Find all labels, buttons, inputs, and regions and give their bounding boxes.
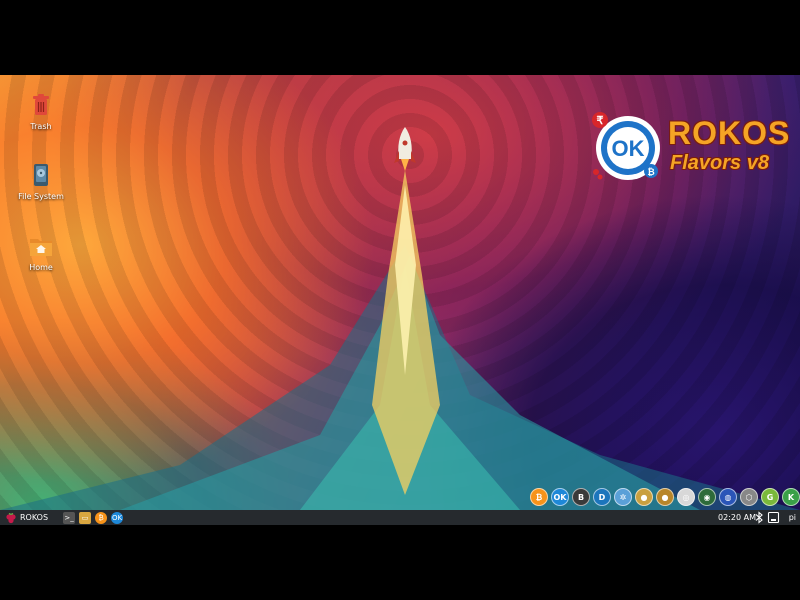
- bluetooth-icon[interactable]: [754, 511, 764, 524]
- desktop-icon-trash[interactable]: Trash: [11, 90, 71, 131]
- display-icon[interactable]: [767, 511, 780, 524]
- logo-badge-text: OK: [611, 136, 645, 161]
- file-manager-launcher-icon[interactable]: ▭: [79, 511, 92, 524]
- logo-subtitle: Flavors v8: [670, 152, 769, 174]
- coin-tray: ₿OKBD✲●●◎◉◍⬡GK♣AV✺: [530, 488, 800, 508]
- launcher-bar: >_ ▭ ₿ OK: [59, 511, 124, 524]
- hard-drive-icon: [34, 164, 48, 186]
- bitcoin-launcher-icon[interactable]: ₿: [95, 511, 108, 524]
- svg-text:₹: ₹: [597, 115, 604, 127]
- raspberry-icon: [6, 512, 16, 523]
- rocket-icon: [394, 127, 416, 171]
- gold-coin-coin-icon[interactable]: ●: [635, 488, 653, 506]
- trash-icon: [33, 94, 49, 115]
- green-eye-coin-coin-icon[interactable]: ◉: [698, 488, 716, 506]
- terminal-launcher-icon[interactable]: >_: [63, 511, 76, 524]
- desktop: Trash File System Home ₹ ₿ OK ROKOS Flav…: [0, 75, 800, 525]
- rokos-logo: ₹ ₿ OK ROKOS Flavors v8: [588, 110, 791, 190]
- start-menu-button[interactable]: ROKOS: [0, 510, 53, 525]
- dash-coin-icon[interactable]: D: [593, 488, 611, 506]
- kcoin-coin-icon[interactable]: K: [782, 488, 800, 506]
- gear-coin-coin-icon[interactable]: ✲: [614, 488, 632, 506]
- bitcoin-dark-coin-icon[interactable]: B: [572, 488, 590, 506]
- desktop-icon-label: Trash: [30, 122, 52, 131]
- okcash-coin-icon[interactable]: OK: [551, 488, 569, 506]
- home-folder-icon: [30, 239, 52, 256]
- taskbar: ROKOS >_ ▭ ₿ OK 02:20 AM pi: [0, 510, 800, 525]
- bronze-coin-coin-icon[interactable]: ●: [656, 488, 674, 506]
- desktop-icon-home[interactable]: Home: [11, 231, 71, 272]
- desktop-icon-label: File System: [18, 192, 64, 201]
- scan-coin-coin-icon[interactable]: ◎: [677, 488, 695, 506]
- gcoin-coin-icon[interactable]: G: [761, 488, 779, 506]
- system-tray: [754, 511, 780, 524]
- desktop-icon-label: Home: [29, 263, 53, 272]
- logo-title: ROKOS: [668, 115, 791, 151]
- clock[interactable]: 02:20 AM: [718, 510, 756, 525]
- hex-coin-coin-icon[interactable]: ⬡: [740, 488, 758, 506]
- okcash-launcher-icon[interactable]: OK: [111, 511, 124, 524]
- desktop-icon-file-system[interactable]: File System: [11, 160, 71, 201]
- user-indicator[interactable]: pi: [789, 510, 796, 525]
- start-label: ROKOS: [20, 513, 49, 522]
- bitcoin-coin-icon[interactable]: ₿: [530, 488, 548, 506]
- svg-text:₿: ₿: [647, 167, 654, 177]
- blue-coin-coin-icon[interactable]: ◍: [719, 488, 737, 506]
